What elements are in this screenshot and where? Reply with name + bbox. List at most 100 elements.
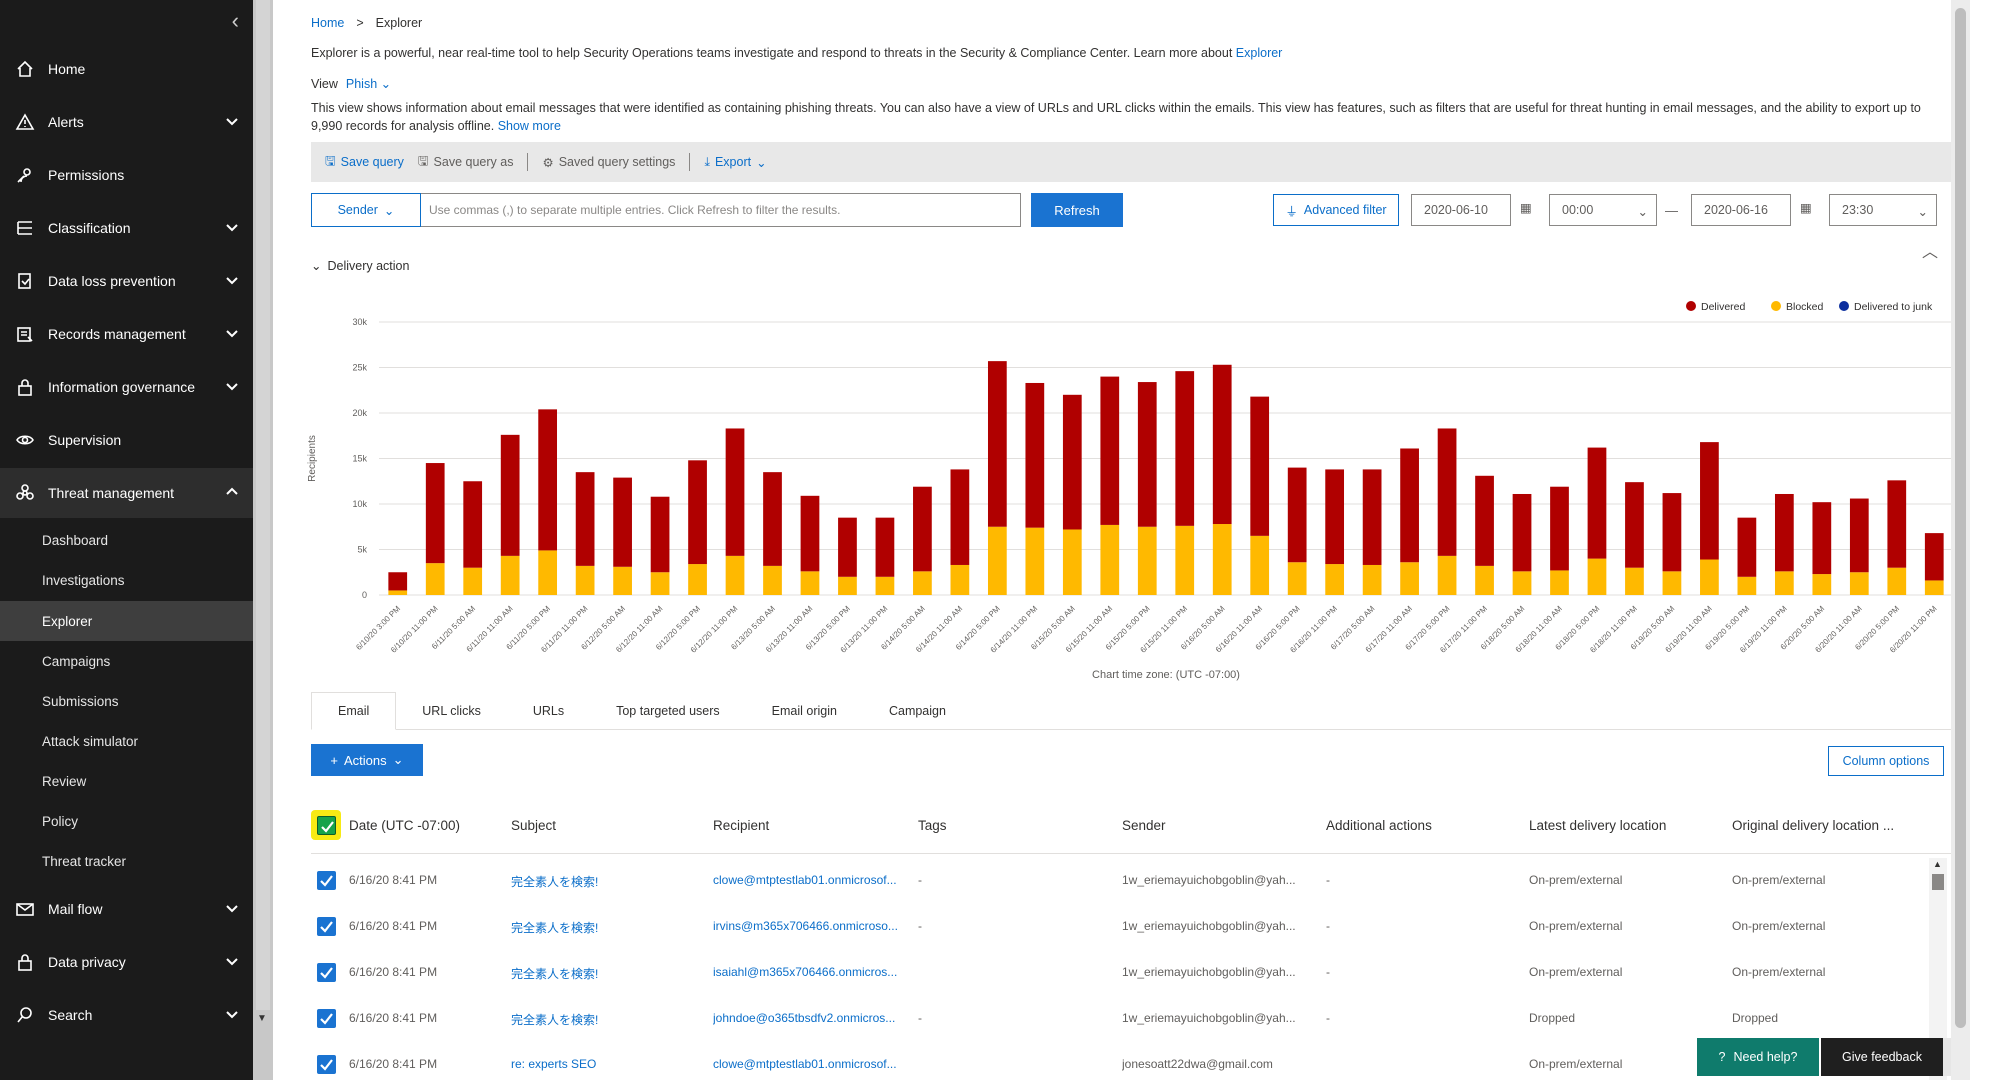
saved-query-settings-button[interactable]: ⚙ Saved query settings [542, 155, 675, 170]
select-all-checkbox[interactable] [317, 816, 336, 835]
filter-value-input[interactable]: Use commas (,) to separate multiple entr… [421, 193, 1021, 227]
cell-subject[interactable]: 完全素人を検索! [511, 919, 701, 936]
refresh-button[interactable]: Refresh [1031, 193, 1123, 227]
sidebar-subitem-attack-simulator[interactable]: Attack simulator [0, 721, 253, 761]
chevron-down-icon[interactable] [225, 273, 239, 287]
sidebar-item-threat-management[interactable]: Threat management [0, 468, 253, 518]
export-button[interactable]: ⤓ Export ⌄ [704, 155, 766, 170]
sidebar-subitem-investigations[interactable]: Investigations [0, 560, 253, 600]
cell-recipient[interactable]: irvins@m365x706466.onmicroso... [713, 919, 908, 933]
sidebar-item-records-management[interactable]: Records management [0, 309, 253, 359]
table-row[interactable]: 6/16/20 8:41 PM 完全素人を検索! isaiahl@m365x7064… [311, 950, 1911, 996]
row-checkbox[interactable] [317, 1055, 336, 1074]
table-row[interactable]: 6/16/20 8:41 PM 完全素人を検索! irvins@m365x70646… [311, 904, 1911, 950]
chevron-down-icon[interactable] [225, 114, 239, 128]
row-checkbox[interactable] [317, 963, 336, 982]
page-scrollbar[interactable] [1951, 0, 1970, 1080]
breadcrumb-home[interactable]: Home [311, 16, 344, 30]
save-query-as-button[interactable]: 🖫 Save query as [418, 152, 514, 173]
chevron-down-icon[interactable] [225, 1007, 239, 1021]
page-scrollbar-thumb[interactable] [1955, 8, 1966, 1028]
tab-top-targeted-users[interactable]: Top targeted users [590, 692, 746, 730]
calendar-icon[interactable]: ▦ [1800, 200, 1820, 220]
column-date[interactable]: Date (UTC -07:00) [349, 818, 460, 833]
sidebar-subitem-campaigns[interactable]: Campaigns [0, 641, 253, 681]
sidebar-item-information-governance[interactable]: Information governance [0, 362, 253, 412]
start-time-select[interactable]: 00:00 ⌄ [1549, 194, 1657, 226]
sidebar-subitem-dashboard[interactable]: Dashboard [0, 520, 253, 560]
sidebar-item-mail-flow[interactable]: Mail flow [0, 884, 253, 934]
column-subject[interactable]: Subject [511, 818, 556, 833]
sidebar-item-data-loss-prevention[interactable]: Data loss prevention [0, 256, 253, 306]
sidebar-item-data-privacy[interactable]: Data privacy [0, 937, 253, 987]
tab-email-origin[interactable]: Email origin [746, 692, 863, 730]
sidebar-item-home[interactable]: Home [0, 44, 253, 94]
permissions-icon [14, 164, 36, 186]
learn-more-explorer-link[interactable]: Explorer [1236, 46, 1283, 60]
row-checkbox[interactable] [317, 917, 336, 936]
bar-delivered [1062, 394, 1082, 530]
chevron-down-icon[interactable] [225, 220, 239, 234]
table-scrollbar-thumb[interactable] [1932, 874, 1944, 890]
cell-subject[interactable]: 完全素人を検索! [511, 965, 701, 982]
chart-pivot-header[interactable]: ⌄ Delivery action [311, 258, 409, 274]
chevron-down-icon[interactable] [225, 901, 239, 915]
sidebar-subitem-submissions[interactable]: Submissions [0, 681, 253, 721]
scroll-up-icon[interactable]: ▲ [1933, 859, 1942, 869]
cell-recipient[interactable]: isaiahl@m365x706466.onmicros... [713, 965, 908, 979]
sidebar-scrollbar[interactable]: ▼ [253, 0, 273, 1080]
sidebar-item-search[interactable]: Search [0, 990, 253, 1040]
chevron-down-icon[interactable] [225, 954, 239, 968]
column-tags[interactable]: Tags [918, 818, 947, 833]
need-help-button[interactable]: ? Need help? [1697, 1038, 1819, 1076]
column-additional-actions[interactable]: Additional actions [1326, 818, 1432, 833]
actions-button[interactable]: + Actions ⌄ [311, 744, 423, 776]
column-recipient[interactable]: Recipient [713, 818, 769, 833]
tab-url-clicks[interactable]: URL clicks [396, 692, 507, 730]
row-checkbox[interactable] [317, 871, 336, 890]
column-latest-delivery-location[interactable]: Latest delivery location [1529, 818, 1666, 833]
collapse-chart-icon[interactable]: ︿ [1922, 238, 1938, 262]
cell-subject[interactable]: 完全素人を検索! [511, 1011, 701, 1028]
end-date-input[interactable]: 2020-06-16 ▦ [1691, 194, 1812, 226]
sidebar-item-classification[interactable]: Classification [0, 203, 253, 253]
tab-campaign[interactable]: Campaign [863, 692, 972, 730]
cell-recipient[interactable]: clowe@mtptestlab01.onmicrosof... [713, 1057, 908, 1071]
view-dropdown[interactable]: Phish ⌄ [346, 76, 391, 91]
tab-email[interactable]: Email [311, 692, 397, 730]
sidebar-scrollbar-thumb[interactable] [256, 0, 270, 1010]
save-query-label: Save query [340, 155, 404, 169]
scroll-down-icon[interactable]: ▼ [257, 1013, 267, 1024]
chevron-up-icon[interactable] [225, 485, 239, 499]
cell-subject[interactable]: 完全素人を検索! [511, 873, 701, 890]
save-query-button[interactable]: 🖫 Save query [325, 152, 404, 173]
cell-recipient[interactable]: clowe@mtptestlab01.onmicrosof... [713, 873, 908, 887]
sidebar-subitem-threat-tracker[interactable]: Threat tracker [0, 841, 253, 881]
give-feedback-button[interactable]: Give feedback [1821, 1038, 1943, 1076]
column-original-delivery-location[interactable]: Original delivery location ... [1732, 818, 1894, 833]
filter-field-dropdown[interactable]: Sender ⌄ [311, 193, 421, 227]
chevron-down-icon[interactable] [225, 379, 239, 393]
tab-urls[interactable]: URLs [507, 692, 590, 730]
sidebar-subitem-explorer[interactable]: Explorer [0, 601, 253, 641]
chevron-down-icon[interactable] [225, 326, 239, 340]
column-sender[interactable]: Sender [1122, 818, 1166, 833]
sidebar-item-permissions[interactable]: Permissions [0, 150, 253, 200]
collapse-nav-icon[interactable]: ‹ [232, 8, 239, 34]
advanced-filter-button[interactable]: ⏚ Advanced filter [1273, 194, 1399, 226]
sidebar-item-supervision[interactable]: Supervision [0, 415, 253, 465]
row-checkbox[interactable] [317, 1009, 336, 1028]
sidebar-subitem-review[interactable]: Review [0, 761, 253, 801]
column-options-button[interactable]: Column options [1828, 746, 1944, 776]
sidebar-subitem-policy[interactable]: Policy [0, 801, 253, 841]
table-row[interactable]: 6/16/20 8:41 PM 完全素人を検索! clowe@mtptestlab0… [311, 858, 1911, 904]
cell-recipient[interactable]: johndoe@o365tbsdfv2.onmicros... [713, 1011, 908, 1025]
show-more-link[interactable]: Show more [498, 119, 561, 133]
table-row[interactable]: 6/16/20 8:41 PM re: experts SEO clowe@mtpt… [311, 1042, 1911, 1080]
sidebar-item-alerts[interactable]: Alerts [0, 97, 253, 147]
cell-subject[interactable]: re: experts SEO [511, 1057, 701, 1071]
start-date-input[interactable]: 2020-06-10 ▦ [1411, 194, 1532, 226]
calendar-icon[interactable]: ▦ [1520, 200, 1540, 220]
end-time-select[interactable]: 23:30 ⌄ [1829, 194, 1937, 226]
table-row[interactable]: 6/16/20 8:41 PM 完全素人を検索! johndoe@o365tbsdf… [311, 996, 1911, 1042]
